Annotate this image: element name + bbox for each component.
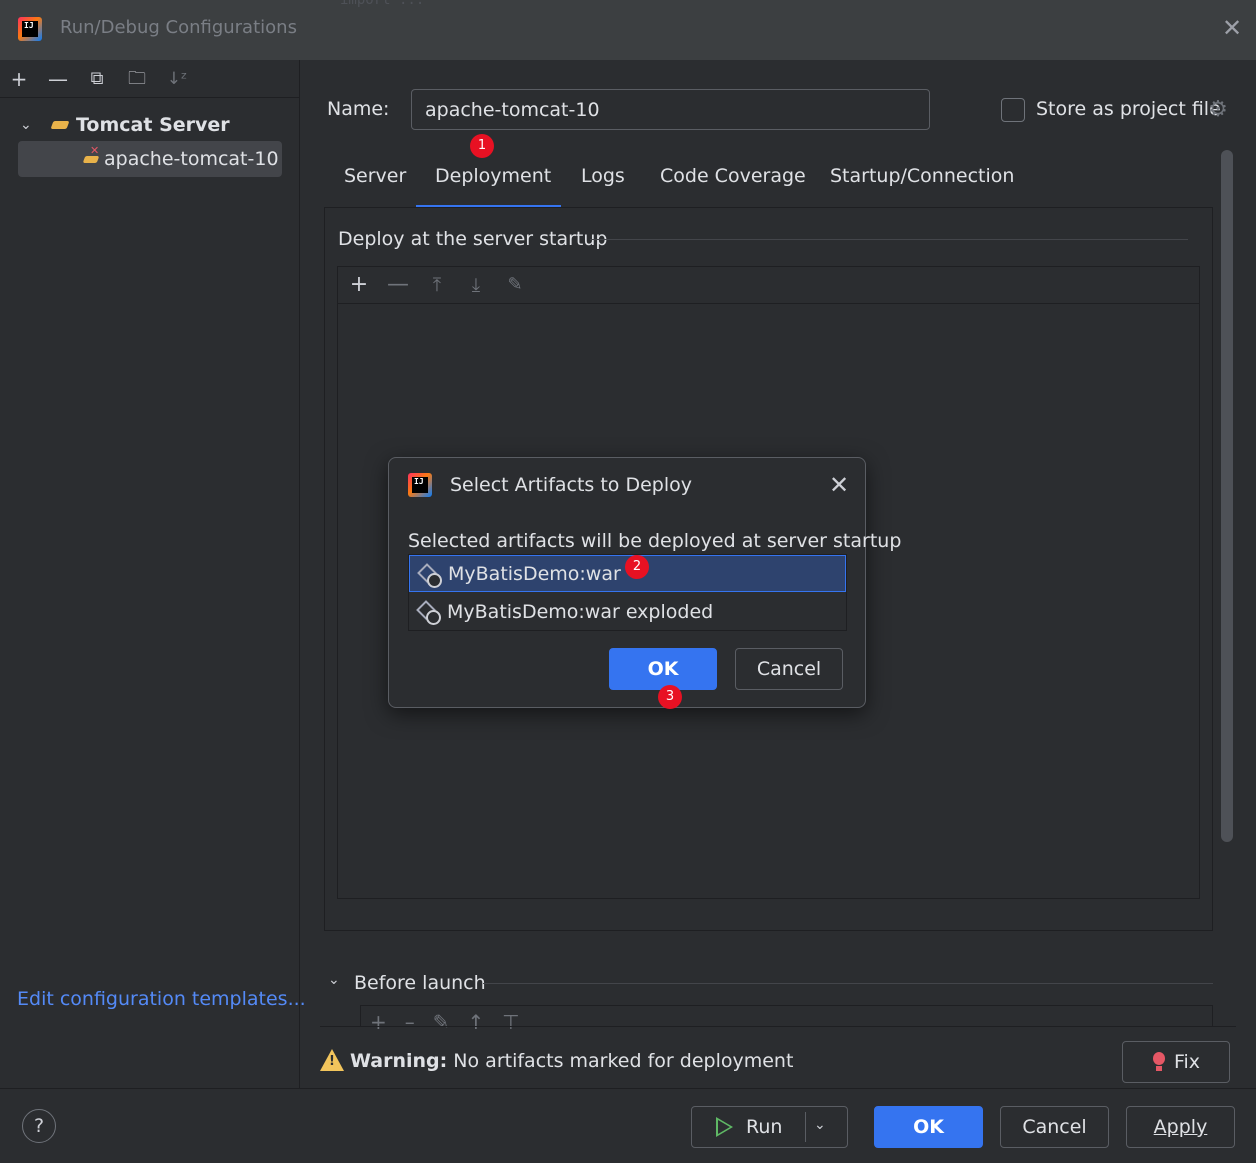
intellij-app-icon: IJ <box>18 17 42 41</box>
tab-code-coverage[interactable]: Code Coverage <box>660 165 806 187</box>
before-launch-divider <box>483 983 1213 984</box>
apply-button[interactable]: Apply <box>1126 1106 1235 1148</box>
artifact-label: MyBatisDemo:war exploded <box>447 600 714 623</box>
red-bulb-icon <box>1152 1052 1166 1072</box>
deploy-section-title: Deploy at the server startup <box>338 228 608 250</box>
chevron-down-icon[interactable]: ⌄ <box>20 117 40 133</box>
remove-icon[interactable]: — <box>45 66 71 92</box>
move-up-icon[interactable]: ⤒ <box>424 272 450 298</box>
play-icon <box>716 1117 733 1137</box>
tomcat-server-group[interactable]: ⌄ Tomcat Server <box>20 112 230 138</box>
new-folder-icon[interactable]: 🗀 <box>124 66 150 92</box>
chevron-down-icon[interactable]: ⌄ <box>814 1117 826 1133</box>
warning-bold: Warning: <box>350 1050 448 1072</box>
fix-button[interactable]: Fix <box>1122 1041 1230 1083</box>
edit-icon[interactable]: ✎ <box>502 272 528 298</box>
name-input[interactable] <box>411 89 930 130</box>
app-icon-letters: IJ <box>24 21 34 30</box>
artifact-label: MyBatisDemo:war <box>448 562 621 585</box>
dialog-icon-letters: IJ <box>414 477 424 486</box>
group-label: Tomcat Server <box>76 114 230 136</box>
move-down-icon[interactable]: ⤓ <box>463 272 489 298</box>
before-launch-toolbar: +–✎↑⊤ <box>370 1010 538 1034</box>
dialog-title: Select Artifacts to Deploy <box>450 474 692 496</box>
warning-message: Warning: No artifacts marked for deploym… <box>350 1050 793 1072</box>
config-item-label: apache-tomcat-10 <box>104 148 279 170</box>
store-project-checkbox[interactable] <box>1001 98 1025 122</box>
artifact-item-war-exploded[interactable]: MyBatisDemo:war exploded <box>409 593 846 630</box>
title-bar: import ... IJ Run/Debug Configurations ✕ <box>0 0 1256 60</box>
chevron-down-icon[interactable]: ⌄ <box>328 972 340 988</box>
step-badge-2: 2 <box>625 555 649 579</box>
help-button[interactable]: ? <box>22 1109 56 1143</box>
tab-startup-connection[interactable]: Startup/Connection <box>830 165 1014 187</box>
tab-logs[interactable]: Logs <box>581 165 625 187</box>
step-badge-1: 1 <box>470 134 494 158</box>
warning-icon: ! <box>320 1049 344 1071</box>
warning-text: No artifacts marked for deployment <box>453 1050 794 1072</box>
store-project-label[interactable]: Store as project file <box>1036 98 1221 120</box>
close-icon[interactable]: ✕ <box>827 473 851 497</box>
tomcat-error-icon <box>82 144 102 166</box>
name-label: Name: <box>327 98 390 120</box>
ok-button[interactable]: OK <box>874 1106 983 1148</box>
web-artifact-icon <box>417 601 441 625</box>
run-split-divider <box>805 1112 806 1142</box>
add-icon[interactable]: + <box>346 272 372 298</box>
vertical-scrollbar[interactable] <box>1221 150 1233 842</box>
background-code-text: import ... <box>340 0 425 8</box>
before-launch-label[interactable]: Before launch <box>354 972 486 994</box>
gear-icon[interactable]: ⚙ <box>1206 98 1230 122</box>
deploy-toolbar: + — ⤒ ⤓ ✎ <box>338 267 1199 304</box>
cancel-button[interactable]: Cancel <box>1000 1106 1109 1148</box>
dialog-description: Selected artifacts will be deployed at s… <box>408 530 902 552</box>
edit-templates-link[interactable]: Edit configuration templates... <box>17 988 306 1010</box>
run-label: Run <box>746 1116 783 1138</box>
tomcat-icon <box>50 118 70 132</box>
dialog-cancel-button[interactable]: Cancel <box>735 648 843 690</box>
web-artifact-icon <box>418 564 442 588</box>
intellij-app-icon: IJ <box>408 473 432 497</box>
tab-server[interactable]: Server <box>344 165 406 187</box>
fix-label: Fix <box>1173 1051 1201 1073</box>
add-icon[interactable]: + <box>6 66 32 92</box>
window-close-icon[interactable]: ✕ <box>1220 16 1244 40</box>
copy-icon[interactable]: ⧉ <box>84 66 110 92</box>
configurations-sidebar: + — ⧉ 🗀 ↓ᶻ ⌄ Tomcat Server apache-tomcat… <box>0 60 300 1088</box>
remove-icon[interactable]: — <box>385 272 411 298</box>
sort-icon[interactable]: ↓ᶻ <box>164 66 190 92</box>
sidebar-toolbar: + — ⧉ 🗀 ↓ᶻ <box>0 60 299 98</box>
config-item-apache-tomcat[interactable]: apache-tomcat-10 <box>18 141 282 177</box>
tab-deployment[interactable]: Deployment <box>435 165 551 187</box>
section-divider <box>590 239 1188 240</box>
step-badge-3: 3 <box>658 685 682 709</box>
dialog-ok-button[interactable]: OK <box>609 648 717 690</box>
bottom-separator <box>320 1026 1236 1027</box>
window-title: Run/Debug Configurations <box>60 17 297 38</box>
